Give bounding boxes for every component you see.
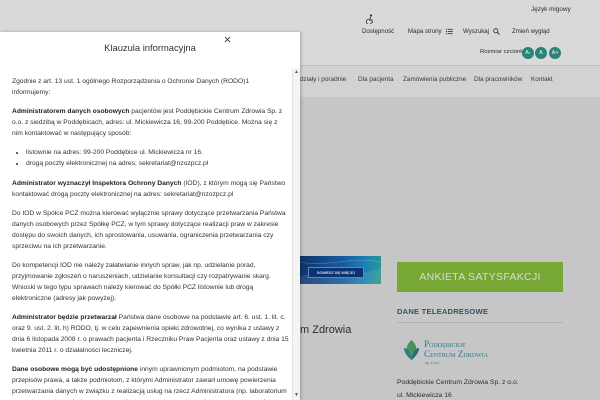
scroll-down-arrow-icon[interactable]: ▼ bbox=[293, 392, 300, 399]
clause-iod-bold: Administrator wyznaczył Inspektora Ochro… bbox=[12, 180, 182, 187]
clause-iod-scope: Do IOD w Spółce PCZ można kierować wyłąc… bbox=[12, 210, 286, 250]
clause-sharing: Dane osobowe mogą być udostępnione innym… bbox=[12, 364, 289, 400]
list-item: drogą poczty elektronicznej na adres: se… bbox=[26, 158, 289, 169]
clause-administrator: Administratorem danych osobowych pacjent… bbox=[12, 106, 289, 139]
close-icon[interactable] bbox=[224, 36, 231, 43]
clause-iod-limits: Do kompetencji IOD nie należy załatwiani… bbox=[12, 262, 271, 302]
modal-scrollbar[interactable]: ▲ ▼ bbox=[292, 68, 300, 400]
clause-processing: Administrator będzie przetwarzał Państwa… bbox=[12, 312, 289, 356]
modal-title: Klauzula informacyjna bbox=[104, 42, 196, 53]
scroll-up-arrow-icon[interactable]: ▲ bbox=[293, 69, 300, 76]
clause-intro: Zgodnie z art. 13 ust. 1 ogólnego Rozpor… bbox=[12, 78, 250, 96]
information-clause-modal: Klauzula informacyjna Zgodnie z art. 13 … bbox=[0, 32, 300, 400]
clause-sharing-bold: Dane osobowe mogą być udostępnione bbox=[12, 366, 138, 373]
contact-methods-list: listownie na adres: 99-200 Poddębice ul.… bbox=[12, 147, 289, 169]
clause-processing-bold: Administrator będzie przetwarzał bbox=[12, 314, 117, 321]
modal-content[interactable]: Zgodnie z art. 13 ust. 1 ogólnego Rozpor… bbox=[12, 76, 289, 400]
clause-administrator-bold: Administratorem danych osobowych bbox=[12, 108, 130, 115]
list-item: listownie na adres: 99-200 Poddębice ul.… bbox=[26, 147, 289, 158]
clause-iod: Administrator wyznaczył Inspektora Ochro… bbox=[12, 178, 289, 200]
